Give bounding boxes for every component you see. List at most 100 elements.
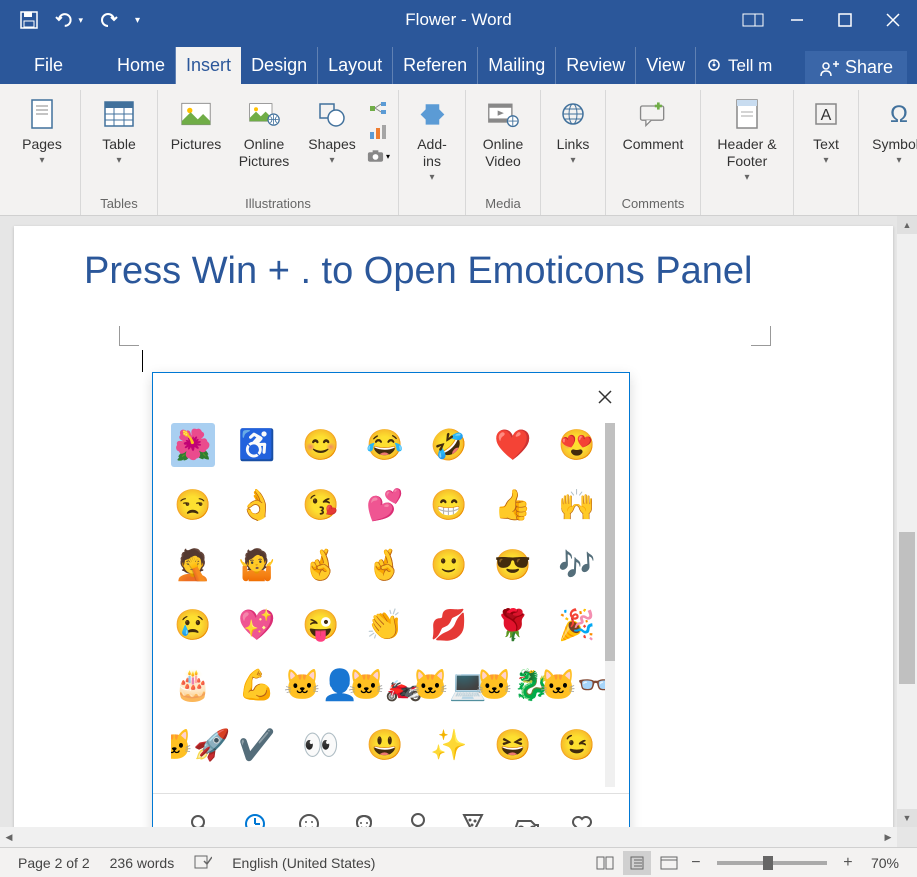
display-options-button[interactable]	[733, 6, 773, 34]
tab-home[interactable]: Home	[107, 47, 176, 84]
horizontal-scrollbar[interactable]: ◀ ▶	[0, 827, 897, 847]
emoji-item[interactable]: 🐱‍🏍	[363, 663, 407, 707]
emoji-item[interactable]: 🌺	[171, 423, 215, 467]
emoji-item[interactable]: 🎉	[555, 603, 599, 647]
emoji-item[interactable]: 🙂	[427, 543, 471, 587]
emoji-item[interactable]: 😃	[363, 723, 407, 767]
emoji-item[interactable]: 🐱‍🐉	[491, 663, 535, 707]
links-button[interactable]: Links ▾	[549, 94, 597, 215]
dropdown-icon: ▾	[823, 155, 828, 166]
status-spellcheck[interactable]	[184, 853, 222, 872]
emoji-item[interactable]: 🙌	[555, 483, 599, 527]
zoom-slider[interactable]	[717, 861, 827, 865]
emoji-item[interactable]: 😒	[171, 483, 215, 527]
view-print-layout[interactable]	[623, 851, 651, 875]
symbols-button[interactable]: Ω Symbols ▾	[867, 94, 917, 215]
smartart-button[interactable]	[366, 98, 390, 118]
emoji-item[interactable]: 😊	[299, 423, 343, 467]
emoji-item[interactable]: 🐱‍💻	[427, 663, 471, 707]
minimize-button[interactable]	[773, 0, 821, 40]
emoji-item[interactable]: 🐱‍👓	[555, 663, 599, 707]
redo-button[interactable]	[95, 6, 123, 34]
emoji-item[interactable]: 💋	[427, 603, 471, 647]
zoom-in-button[interactable]: +	[839, 854, 857, 872]
emoji-item[interactable]: 🐱‍👤	[299, 663, 343, 707]
emoji-item[interactable]: 🎶	[555, 543, 599, 587]
emoji-item[interactable]: 💖	[235, 603, 279, 647]
status-words[interactable]: 236 words	[100, 855, 185, 871]
maximize-button[interactable]	[821, 0, 869, 40]
zoom-out-button[interactable]: −	[687, 854, 705, 872]
document-page[interactable]: Press Win + . to Open Emoticons Panel 🌺♿…	[14, 226, 893, 846]
emoji-item[interactable]: 👌	[235, 483, 279, 527]
scroll-down-button[interactable]: ▼	[897, 809, 917, 827]
comment-icon	[637, 98, 669, 130]
emoji-item[interactable]: 🤷	[235, 543, 279, 587]
scroll-up-button[interactable]: ▲	[897, 216, 917, 234]
emoji-item[interactable]: 😢	[171, 603, 215, 647]
status-language[interactable]: English (United States)	[222, 855, 385, 871]
emoji-item[interactable]: ♿	[235, 423, 279, 467]
emoji-scrollbar[interactable]	[605, 423, 615, 787]
emoji-item[interactable]: 😂	[363, 423, 407, 467]
tab-view[interactable]: View	[636, 47, 696, 84]
shapes-button[interactable]: Shapes ▾	[302, 94, 362, 215]
emoji-item[interactable]: 😍	[555, 423, 599, 467]
symbols-icon: Ω	[883, 98, 915, 130]
emoji-item[interactable]: 😘	[299, 483, 343, 527]
scroll-thumb[interactable]	[899, 532, 915, 684]
emoji-item[interactable]: 🐱‍🚀	[171, 723, 215, 767]
view-web-layout[interactable]	[655, 851, 683, 875]
document-title: Flower - Word	[405, 10, 511, 30]
emoji-item[interactable]: 💪	[235, 663, 279, 707]
text-label: Text	[813, 136, 839, 153]
emoji-close-button[interactable]	[595, 387, 615, 407]
screenshot-button[interactable]: ▾	[366, 146, 390, 166]
vertical-scrollbar[interactable]: ▲ ▼	[897, 216, 917, 827]
emoji-item[interactable]: 😁	[427, 483, 471, 527]
pages-button[interactable]: Pages ▾	[12, 94, 72, 215]
tab-file[interactable]: File	[20, 47, 77, 84]
pictures-label: Pictures	[171, 136, 222, 153]
emoji-item[interactable]: 💕	[363, 483, 407, 527]
close-button[interactable]	[869, 0, 917, 40]
online-pictures-icon	[248, 98, 280, 130]
scroll-left-button[interactable]: ◀	[0, 828, 18, 848]
emoji-item[interactable]: 🤣	[427, 423, 471, 467]
undo-button[interactable]: ▾	[55, 6, 83, 34]
zoom-level[interactable]: 70%	[861, 855, 909, 871]
tab-review[interactable]: Review	[556, 47, 636, 84]
emoji-item[interactable]: 🤞	[299, 543, 343, 587]
tab-insert[interactable]: Insert	[176, 47, 241, 84]
share-button[interactable]: Share	[805, 51, 907, 84]
header-footer-button[interactable]: Header & Footer ▾	[709, 94, 785, 215]
tab-mailings[interactable]: Mailing	[478, 47, 556, 84]
tell-me-search[interactable]: Tell m	[696, 48, 782, 84]
emoji-item[interactable]: 😉	[555, 723, 599, 767]
scroll-right-button[interactable]: ▶	[879, 827, 897, 847]
pictures-button[interactable]: Pictures	[166, 94, 226, 215]
emoji-item[interactable]: 😆	[491, 723, 535, 767]
emoji-item[interactable]: ✔️	[235, 723, 279, 767]
tab-references[interactable]: Referen	[393, 47, 478, 84]
save-button[interactable]	[15, 6, 43, 34]
emoji-item[interactable]: 👀	[299, 723, 343, 767]
addins-button[interactable]: Add-ins ▾	[407, 94, 457, 215]
emoji-item[interactable]: 🎂	[171, 663, 215, 707]
tab-layout[interactable]: Layout	[318, 47, 393, 84]
tab-design[interactable]: Design	[241, 47, 318, 84]
view-read-mode[interactable]	[591, 851, 619, 875]
emoji-item[interactable]: 🤦	[171, 543, 215, 587]
emoji-item[interactable]: ✨	[427, 723, 471, 767]
emoji-item[interactable]: 👏	[363, 603, 407, 647]
emoji-item[interactable]: ❤️	[491, 423, 535, 467]
emoji-item[interactable]: 👍	[491, 483, 535, 527]
text-button[interactable]: A Text ▾	[802, 94, 850, 215]
status-page[interactable]: Page 2 of 2	[8, 855, 100, 871]
chart-button[interactable]	[366, 122, 390, 142]
emoji-item[interactable]: 😜	[299, 603, 343, 647]
emoji-item[interactable]: 🤞	[363, 543, 407, 587]
emoji-item[interactable]: 😎	[491, 543, 535, 587]
emoji-item[interactable]: 🌹	[491, 603, 535, 647]
tell-me-label: Tell m	[728, 56, 772, 76]
